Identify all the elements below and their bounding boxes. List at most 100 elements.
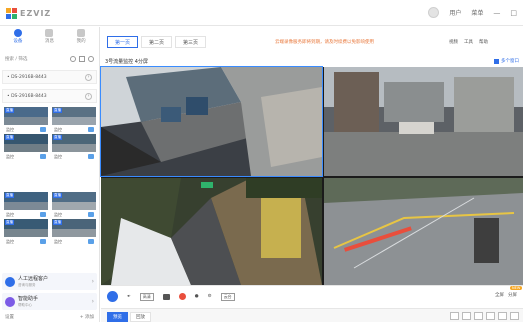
video-cell-3[interactable]: [101, 178, 322, 285]
tab-preview[interactable]: 预览: [107, 312, 128, 322]
tab-page-1[interactable]: 第一页: [107, 36, 139, 48]
robot-icon: [5, 296, 15, 307]
cloud-icon: [40, 154, 46, 159]
chevron-icon[interactable]: ›: [85, 92, 92, 100]
multi-window-toggle[interactable]: 多个窗口: [494, 58, 519, 64]
tab-playback[interactable]: 回放: [130, 312, 151, 322]
view-tabs: 第一页 第二页 第三页: [107, 36, 207, 48]
thumb-label: 监控: [54, 238, 62, 244]
video-cell-1[interactable]: [100, 66, 323, 177]
chevron-right-icon: ›: [91, 298, 94, 305]
cloud-icon: [88, 239, 94, 244]
chevron-icon[interactable]: ›: [85, 73, 92, 81]
chevron-right-icon: ›: [91, 278, 94, 285]
video-cell-2[interactable]: [324, 67, 523, 176]
device-group-row[interactable]: • DS-2916B-8443 ›: [2, 89, 97, 103]
settings-link[interactable]: 设置: [5, 314, 14, 322]
thumb-label: 监控: [6, 153, 14, 159]
list-icon[interactable]: [79, 55, 85, 62]
device-group-row[interactable]: • DS-2916B-8443 ›: [2, 70, 97, 84]
search-icon[interactable]: [70, 55, 76, 62]
top-right-controls: 用户 菜单 — □: [428, 7, 517, 18]
search-input[interactable]: 搜索 / 筛选: [5, 56, 27, 62]
filter-icon[interactable]: [88, 55, 94, 62]
snapshot-icon[interactable]: [162, 293, 170, 300]
camera-thumb[interactable]: 直播 监控: [52, 192, 96, 219]
nav-tab-label: 消息: [44, 39, 54, 44]
layout-9-icon[interactable]: [474, 312, 483, 320]
left-footer: 设置 + 添加: [2, 314, 97, 322]
settings-icon[interactable]: ⚙: [208, 294, 212, 299]
thumb-label: 监控: [54, 211, 62, 217]
logo-text: EZVIZ: [20, 8, 52, 18]
camera-thumb[interactable]: 直播 监控: [4, 192, 48, 219]
cloud-icon: [40, 239, 46, 244]
add-device-link[interactable]: + 添加: [80, 314, 94, 322]
volume-icon[interactable]: ◂·: [127, 294, 131, 299]
bell-icon: [45, 29, 54, 37]
video-grid: [100, 66, 523, 285]
live-tag: 直播: [5, 193, 14, 198]
record-icon[interactable]: [178, 293, 186, 300]
camera-icon: [13, 29, 22, 37]
live-tag: 直播: [53, 220, 62, 225]
card-subtitle: 咨询与服务: [18, 282, 36, 287]
cloud-icon: [88, 127, 94, 132]
tab-page-2[interactable]: 第二页: [141, 36, 173, 48]
help-menu[interactable]: 帮助: [479, 39, 488, 45]
thumb-label: 监控: [6, 238, 14, 244]
new-badge: NEW: [510, 286, 523, 290]
expiry-notice[interactable]: 云端录像服务即将到期，请及时续费以免影响使用: [275, 39, 374, 45]
menu-button[interactable]: 菜单: [471, 8, 483, 17]
ptz-button[interactable]: 云台: [220, 292, 235, 301]
camera-thumbnail-grid: 直播 监控 直播 监控 直播 监控 直播 监控: [4, 107, 96, 161]
live-view-header: 3号流量监控 4分屏 多个窗口: [101, 55, 523, 67]
assistant-card[interactable]: 智能助手 帮助中心 ›: [2, 293, 97, 310]
play-icon[interactable]: [107, 291, 118, 302]
microphone-icon[interactable]: ●: [195, 294, 199, 299]
grid-icon: [77, 29, 86, 37]
camera-feed-1: [101, 67, 322, 176]
live-tag: 直播: [53, 108, 62, 113]
user-avatar[interactable]: [428, 7, 440, 18]
layout-16-icon[interactable]: [486, 312, 495, 320]
camera-thumb[interactable]: 直播 监控: [52, 107, 96, 134]
tools-menu[interactable]: 工具: [464, 39, 473, 45]
camera-thumb[interactable]: 直播 监控: [4, 107, 48, 134]
camera-thumb[interactable]: 直播 监控: [52, 134, 96, 161]
nav-tab-devices[interactable]: 设备: [13, 29, 22, 49]
video-tool[interactable]: 视频: [449, 39, 458, 45]
quality-button[interactable]: 高清: [139, 292, 154, 301]
layout-4-icon[interactable]: [462, 312, 471, 320]
nav-tabs: 设备 消息 我的: [2, 29, 97, 49]
remote-service-card[interactable]: 人工远程客户 咨询与服务 ›: [2, 273, 97, 290]
live-tag: 直播: [53, 135, 62, 140]
tab-page-3[interactable]: 第三页: [175, 36, 207, 48]
split-button[interactable]: NEW 分屏: [508, 286, 523, 298]
headset-icon: [5, 276, 15, 287]
logo-mark-icon: [6, 7, 17, 19]
camera-thumb[interactable]: 直播 监控: [4, 134, 48, 161]
close-all-icon[interactable]: [510, 312, 519, 320]
nav-tab-label: 设备: [13, 39, 23, 44]
camera-thumb[interactable]: 直播 监控: [52, 219, 96, 246]
live-tag: 直播: [5, 135, 14, 140]
layout-1-icon[interactable]: [450, 312, 459, 320]
nav-tab-label: 我的: [76, 39, 86, 44]
nav-tab-messages[interactable]: 消息: [45, 29, 54, 49]
layout-custom-icon[interactable]: [498, 312, 507, 320]
fullscreen-button[interactable]: 全屏: [495, 292, 504, 298]
cloud-icon: [40, 212, 46, 217]
thumb-label: 监控: [6, 211, 14, 217]
user-name[interactable]: 用户: [449, 8, 461, 17]
cloud-icon: [40, 127, 46, 132]
minimize-button[interactable]: —: [493, 9, 500, 17]
nav-tab-mine[interactable]: 我的: [77, 29, 86, 49]
live-tag: 直播: [53, 193, 62, 198]
view-title: 3号流量监控 4分屏: [105, 58, 148, 65]
maximize-button[interactable]: □: [510, 9, 517, 17]
device-search[interactable]: 搜索 / 筛选: [2, 53, 97, 64]
video-cell-4[interactable]: [324, 178, 523, 285]
thumb-label: 监控: [54, 153, 62, 159]
camera-thumb[interactable]: 直播 监控: [4, 219, 48, 246]
